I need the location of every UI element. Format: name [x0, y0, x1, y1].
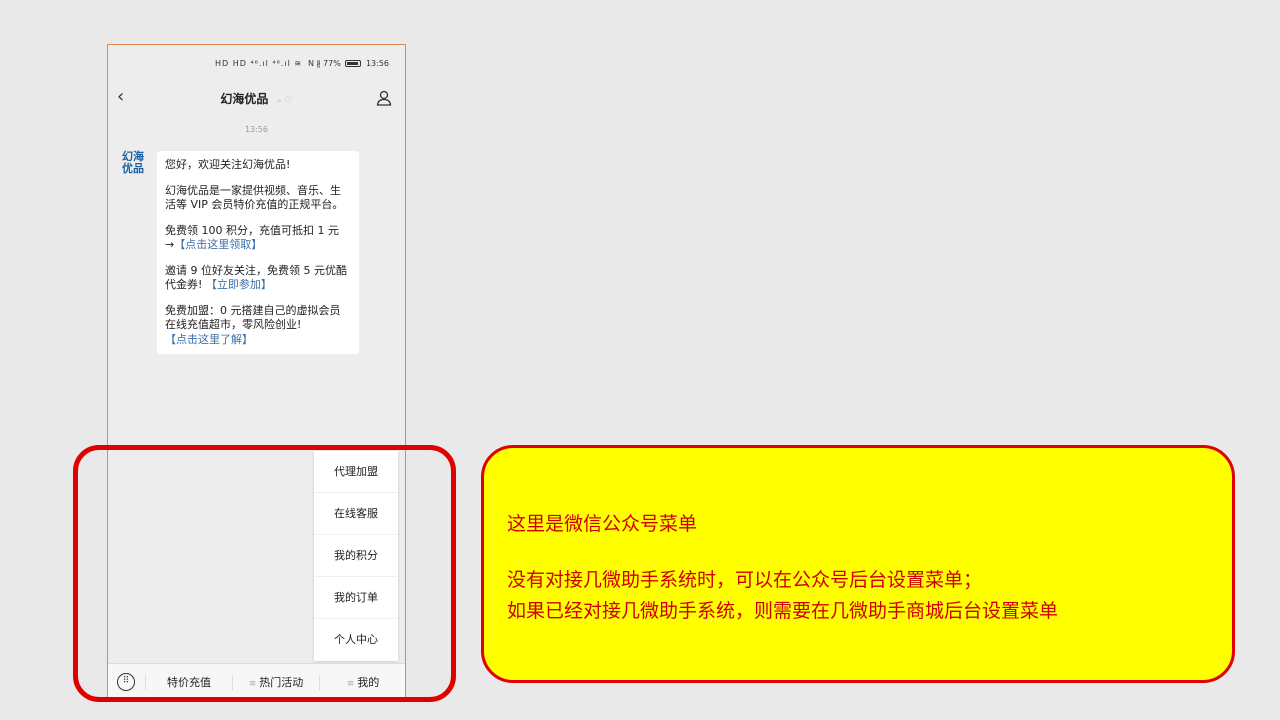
- message-bubble: 您好，欢迎关注幻海优品! 幻海优品是一家提供视频、音乐、生活等 VIP 会员特价…: [157, 151, 359, 354]
- account-avatar[interactable]: 幻海优品: [118, 151, 148, 181]
- message-intro: 幻海优品是一家提供视频、音乐、生活等 VIP 会员特价充值的正规平台。: [165, 183, 344, 212]
- message-invite: 邀请 9 位好友关注，免费领 5 元优酷代金券! 【立即参加】: [165, 264, 351, 293]
- callout-title: 这里是微信公众号菜单: [507, 513, 698, 535]
- message-points: 免费领 100 积分，充值可抵扣 1 元 →【点击这里领取】: [165, 224, 351, 253]
- menu-highlight-outline: [73, 445, 456, 702]
- page-title: 幻海优品 ⌕ ♡: [108, 90, 405, 107]
- message-greeting: 您好，欢迎关注幻海优品!: [165, 158, 291, 171]
- callout-line-2: 如果已经对接几微助手系统，则需要在几微助手商城后台设置菜单: [507, 600, 1059, 622]
- message-time: 13:56: [244, 125, 269, 134]
- mute-icon: ⌕ ♡: [276, 96, 293, 106]
- status-right: N ∦ 77% 13:56: [308, 59, 389, 68]
- message-franchise: 免费加盟：0 元搭建自己的虚拟会员在线充值超市，零风险创业! 【点击这里了解】: [165, 304, 351, 348]
- signal-icon: HD HD ⁴⁶.ıl ⁴⁶.ıl ≋: [215, 59, 303, 68]
- join-now-link[interactable]: 【立即参加】: [206, 278, 272, 291]
- status-time: 13:56: [365, 59, 389, 68]
- account-name: 幻海优品: [220, 92, 269, 106]
- avatar-logo-text: 幻海优品: [122, 150, 144, 175]
- nav-bar: ‹ 幻海优品 ⌕ ♡: [108, 85, 405, 113]
- battery-icon: [345, 60, 362, 67]
- status-bar: HD HD ⁴⁶.ıl ⁴⁶.ıl ≋ N ∦ 77% 13:56: [108, 57, 405, 73]
- callout-line-1: 没有对接几微助手系统时，可以在公众号后台设置菜单；: [507, 569, 983, 591]
- profile-icon[interactable]: [375, 89, 393, 107]
- claim-points-link[interactable]: 【点击这里领取】: [174, 238, 262, 251]
- message-franchise-text: 免费加盟：0 元搭建自己的虚拟会员在线充值超市，零风险创业!: [165, 303, 341, 332]
- learn-more-link[interactable]: 【点击这里了解】: [165, 333, 253, 346]
- battery-percent: N ∦ 77%: [307, 59, 341, 68]
- annotation-callout: 这里是微信公众号菜单 没有对接几微助手系统时，可以在公众号后台设置菜单； 如果已…: [481, 445, 1235, 683]
